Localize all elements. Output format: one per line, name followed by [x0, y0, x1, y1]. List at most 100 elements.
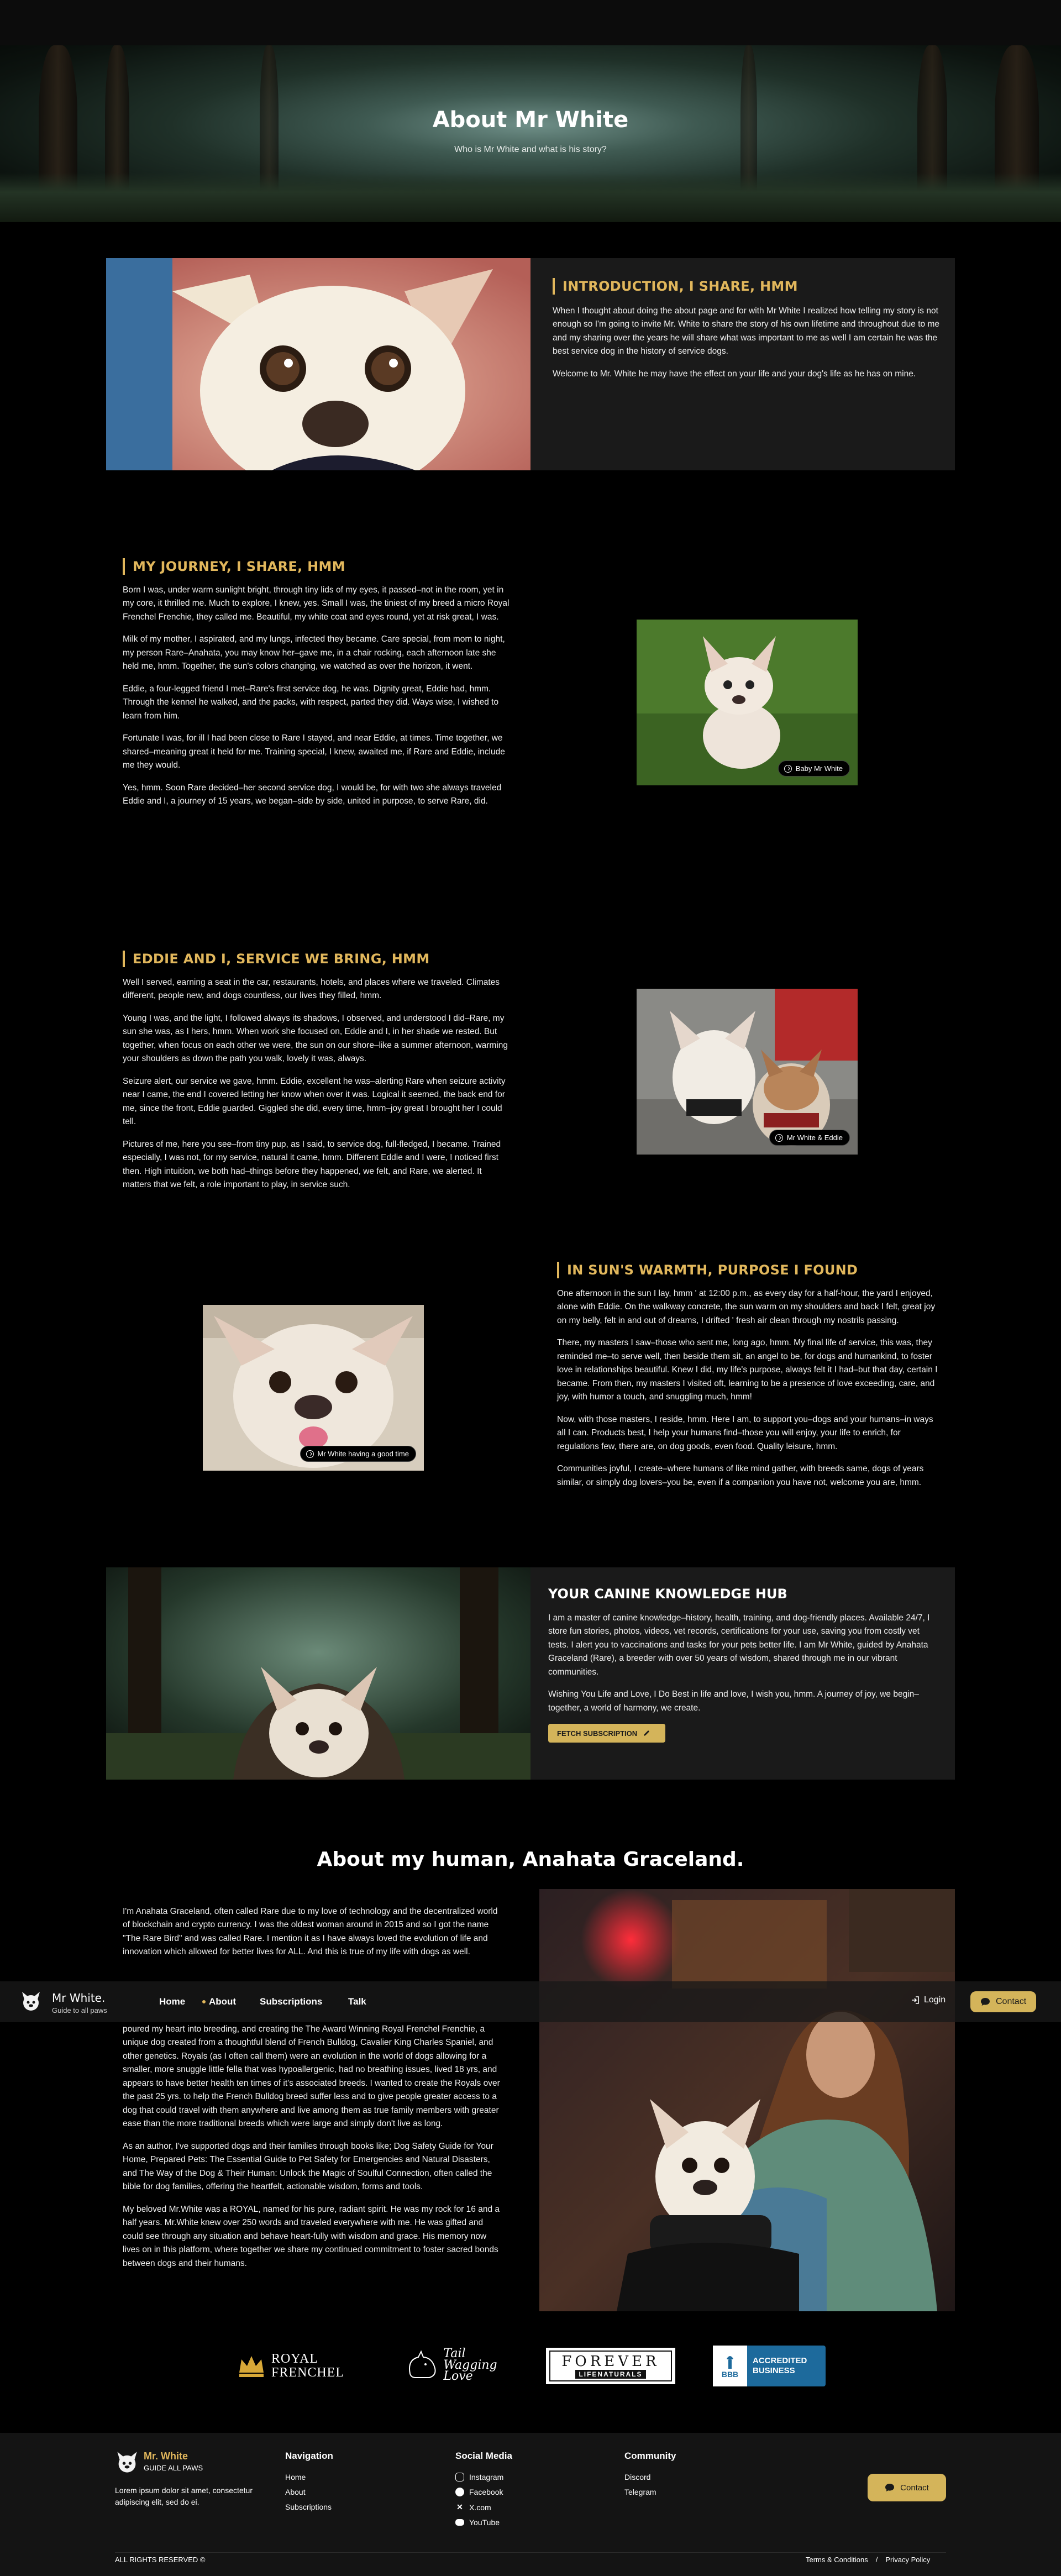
- nav-contact-button[interactable]: Contact: [970, 1991, 1037, 2012]
- royal-frenchel-logo[interactable]: ROYAL FRENCHEL: [232, 2346, 348, 2386]
- nav-tagline: Guide to all paws: [52, 2006, 107, 2014]
- footer-logo-icon[interactable]: [115, 2451, 139, 2475]
- eddie-paragraph: Pictures of me, here you see–from tiny p…: [123, 1139, 501, 1190]
- footer-instagram-link[interactable]: Instagram: [455, 2473, 512, 2481]
- footer-brand: Mr. White: [144, 2451, 188, 2462]
- footer-community: Community Discord Telegram: [624, 2451, 676, 2496]
- hub-photo: [106, 1567, 530, 1780]
- nav-talk-link[interactable]: Talk: [348, 1996, 366, 2007]
- sun-section: IN SUN'S WARMTH, PURPOSE I FOUND One aft…: [557, 1262, 944, 1498]
- chat-bubble-icon: [885, 2484, 895, 2491]
- bbb-torch-icon: [727, 2356, 733, 2369]
- nav-about-link[interactable]: About: [209, 1996, 236, 2007]
- intro-paragraph: Welcome to Mr. White he may have the eff…: [553, 369, 916, 379]
- sun-paragraph: One afternoon in the sun I lay, hmm ' at…: [557, 1289, 936, 1325]
- human-bio-top: I'm Anahata Graceland, often called Rare…: [123, 1905, 504, 1968]
- eddie-paragraph: Well I served, earning a seat in the car…: [123, 978, 500, 1001]
- privacy-link[interactable]: Privacy Policy: [885, 2556, 930, 2564]
- login-button[interactable]: Login: [911, 1995, 946, 2005]
- human-paragraph: I'm Anahata Graceland, often called Rare…: [123, 1907, 498, 1957]
- woman-with-dog-image: [539, 1889, 955, 2311]
- top-strip: [0, 0, 1061, 45]
- journey-paragraph: Yes, hmm. Soon Rare decided–her second s…: [123, 783, 502, 806]
- sun-paragraph: Now, with those masters, I reside, hmm. …: [557, 1414, 933, 1451]
- sun-paragraph: There, my masters I saw–those who sent m…: [557, 1338, 938, 1402]
- footer-divider: [115, 2552, 946, 2553]
- journey-paragraph: Eddie, a four-legged friend I met–Rare's…: [123, 684, 499, 721]
- intro-section: INTRODUCTION, I SHARE, HMM When I though…: [106, 258, 955, 470]
- eddie-section: EDDIE AND I, SERVICE WE BRING, HMM Well …: [123, 951, 510, 1201]
- human-paragraph: As an author, I've supported dogs and th…: [123, 2141, 493, 2192]
- knowledge-hub-section: YOUR CANINE KNOWLEDGE HUB I am a master …: [106, 1567, 955, 1780]
- footer-link-subscriptions[interactable]: Subscriptions: [285, 2502, 333, 2511]
- footer-x-link[interactable]: ✕ X.com: [455, 2502, 512, 2512]
- human-paragraph: poured my heart into breeding, and creat…: [123, 2024, 500, 2129]
- sun-heading: IN SUN'S WARMTH, PURPOSE I FOUND: [557, 1262, 944, 1278]
- fetch-subscription-button[interactable]: FETCH SUBSCRIPTION: [548, 1724, 665, 1743]
- nav-brand[interactable]: Mr White.: [52, 1991, 105, 2005]
- partner-logos: ROYAL FRENCHEL Tail Wagging Love FOREVER…: [0, 2336, 1061, 2396]
- frenchie-logo-icon[interactable]: [20, 1991, 42, 2013]
- hub-heading: YOUR CANINE KNOWLEDGE HUB: [548, 1586, 787, 1602]
- intro-heading: INTRODUCTION, I SHARE, HMM: [553, 278, 939, 295]
- hub-paragraph: I am a master of canine knowledge–histor…: [548, 1613, 930, 1677]
- photo-caption: Mr White & Eddie: [769, 1130, 850, 1146]
- page-title: About Mr White: [432, 107, 629, 133]
- footer-contact-button[interactable]: Contact: [868, 2474, 946, 2501]
- page-subtitle: Who is Mr White and what is his story?: [454, 145, 607, 154]
- rights-text: ALL RIGHTS RESERVED ©: [115, 2556, 206, 2564]
- facebook-icon: [455, 2488, 464, 2496]
- bbb-accredited-logo[interactable]: BBB ACCREDITED BUSINESS: [713, 2346, 826, 2386]
- photo-caption: Baby Mr White: [778, 760, 850, 777]
- footer-link-about[interactable]: About: [285, 2488, 333, 2496]
- human-title: About my human, Anahata Graceland.: [317, 1848, 744, 1871]
- arrow-circle-icon: [784, 764, 792, 773]
- footer-brand-sub: GUIDE ALL PAWS: [144, 2464, 203, 2472]
- legal-links: Terms & Conditions / Privacy Policy: [806, 2556, 931, 2564]
- instagram-icon: [455, 2473, 464, 2481]
- sun-paragraph: Communities joyful, I create–where human…: [557, 1464, 924, 1487]
- journey-heading: MY JOURNEY, I SHARE, HMM: [123, 558, 510, 575]
- footer-telegram-link[interactable]: Telegram: [624, 2488, 676, 2496]
- intro-photo: [106, 258, 530, 470]
- youtube-icon: [455, 2519, 464, 2526]
- human-bio-bottom: poured my heart into breeding, and creat…: [123, 2023, 504, 2279]
- journey-paragraph: Milk of my mother, I aspirated, and my l…: [123, 634, 505, 671]
- pencil-icon: [644, 1730, 650, 1736]
- login-icon: [912, 1996, 919, 2004]
- eddie-paragraph: Young I was, and the light, I followed a…: [123, 1013, 508, 1064]
- footer-youtube-link[interactable]: YouTube: [455, 2518, 512, 2527]
- footer-link-home[interactable]: Home: [285, 2473, 333, 2481]
- terms-link[interactable]: Terms & Conditions: [806, 2556, 868, 2564]
- footer-blurb: Lorem ipsum dolor sit amet, consectetur …: [115, 2486, 253, 2506]
- eddie-heading: EDDIE AND I, SERVICE WE BRING, HMM: [123, 951, 510, 967]
- tail-wagging-love-logo[interactable]: Tail Wagging Love: [396, 2343, 506, 2388]
- hero-banner: About Mr White Who is Mr White and what …: [0, 45, 1061, 222]
- photo-caption: Mr White having a good time: [300, 1446, 416, 1462]
- dog-outline-icon: [409, 2350, 436, 2378]
- intro-paragraph: When I thought about doing the about pag…: [553, 306, 939, 356]
- arrow-circle-icon: [775, 1134, 783, 1142]
- frenchie-closeup-image: [106, 258, 530, 470]
- journey-paragraph: Fortunate I was, for ill I had been clos…: [123, 733, 505, 770]
- footer-navigation: Navigation Home About Subscriptions: [285, 2451, 333, 2511]
- journey-paragraph: Born I was, under warm sunlight bright, …: [123, 585, 510, 622]
- main-navbar: Mr White. Guide to all paws Home About S…: [0, 1981, 1061, 2022]
- nav-home-link[interactable]: Home: [159, 1996, 185, 2007]
- footer-discord-link[interactable]: Discord: [624, 2473, 676, 2481]
- site-footer: Mr. White GUIDE ALL PAWS Lorem ipsum dol…: [0, 2433, 1061, 2576]
- human-paragraph: My beloved Mr.White was a ROYAL, named f…: [123, 2204, 500, 2268]
- journey-section: MY JOURNEY, I SHARE, HMM Born I was, und…: [123, 558, 510, 817]
- crown-icon: [239, 2356, 264, 2377]
- footer-social: Social Media Instagram Facebook ✕ X.com Y…: [455, 2451, 512, 2527]
- footer-facebook-link[interactable]: Facebook: [455, 2488, 512, 2496]
- baby-mr-white-photo: Baby Mr White: [637, 620, 858, 785]
- nav-subscriptions-link[interactable]: Subscriptions: [260, 1996, 322, 2007]
- arrow-circle-icon: [306, 1450, 314, 1458]
- eddie-paragraph: Seizure alert, our service we gave, hmm.…: [123, 1076, 506, 1127]
- hooded-frenchie-forest-image: [106, 1567, 530, 1780]
- forever-life-naturals-logo[interactable]: FOREVER LIFENATURALS: [546, 2348, 675, 2384]
- hub-paragraph: Wishing You Life and Love, I Do Best in …: [548, 1690, 919, 1713]
- chat-bubble-icon: [981, 1998, 990, 2006]
- mr-white-good-time-photo: Mr White having a good time: [203, 1305, 424, 1471]
